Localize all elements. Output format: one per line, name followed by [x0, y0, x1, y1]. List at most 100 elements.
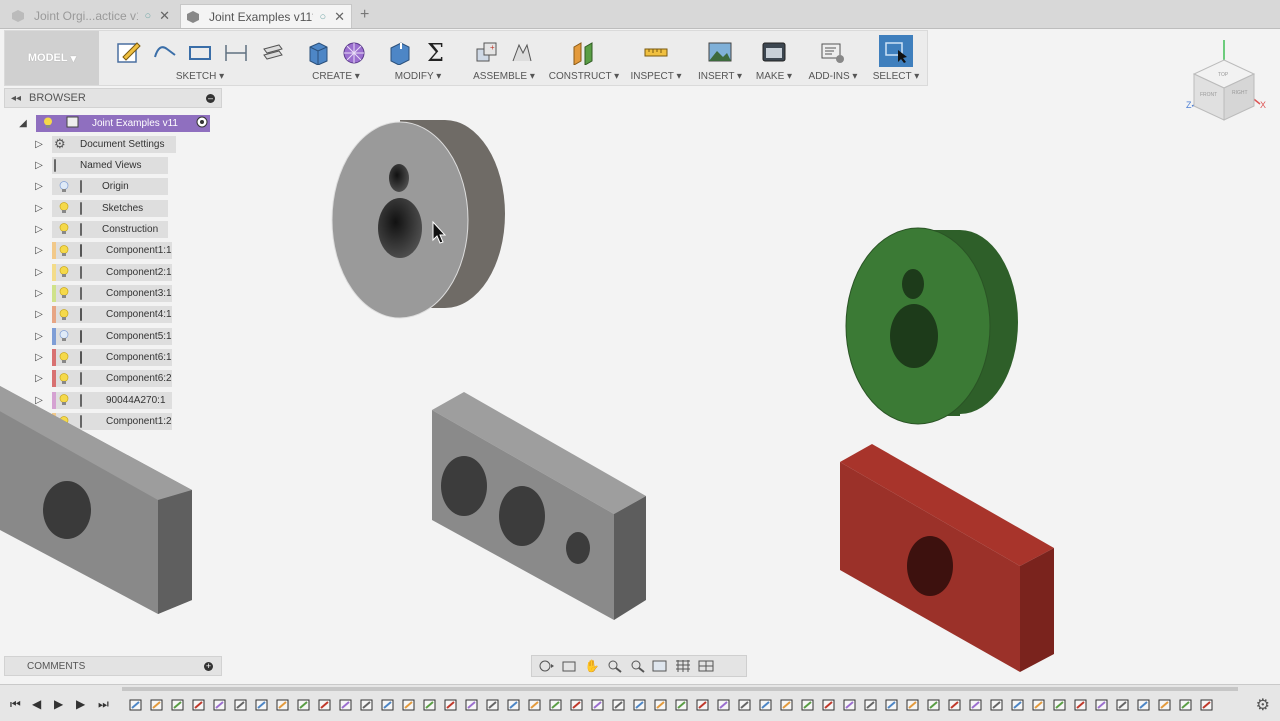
timeline-feature-icon[interactable]: [672, 697, 691, 713]
tab-joint-origin-practice[interactable]: Joint Orgi...actice v16 ○ ✕: [6, 4, 176, 28]
timeline-feature-icon[interactable]: [462, 697, 481, 713]
look-at-icon[interactable]: [559, 658, 579, 674]
viewports-icon[interactable]: [697, 658, 717, 674]
timeline-feature-icon[interactable]: [861, 697, 880, 713]
timeline-feature-icon[interactable]: [147, 697, 166, 713]
timeline-feature-icon[interactable]: [189, 697, 208, 713]
timeline-feature-icon[interactable]: [735, 697, 754, 713]
timeline-feature-icon[interactable]: [441, 697, 460, 713]
timeline-feature-icon[interactable]: [168, 697, 187, 713]
timeline-feature-icon[interactable]: [1155, 697, 1174, 713]
canvas-viewport[interactable]: [0, 84, 1280, 682]
timeline-feature-icon[interactable]: [252, 697, 271, 713]
make-menu[interactable]: MAKE ▾: [749, 71, 799, 82]
form-icon[interactable]: [339, 37, 369, 67]
timeline-feature-icon[interactable]: [1134, 697, 1153, 713]
timeline-feature-icon[interactable]: [1176, 697, 1195, 713]
display-settings-icon[interactable]: [651, 658, 671, 674]
timeline-feature-icon[interactable]: [651, 697, 670, 713]
go-to-end-icon[interactable]: ⏭: [98, 697, 109, 712]
sketch-menu[interactable]: SKETCH ▾: [105, 71, 295, 82]
timeline-feature-icon[interactable]: [525, 697, 544, 713]
timeline-feature-icon[interactable]: [210, 697, 229, 713]
timeline-feature-icon[interactable]: [315, 697, 334, 713]
timeline-feature-icon[interactable]: [399, 697, 418, 713]
press-pull-icon[interactable]: [385, 37, 415, 67]
timeline-feature-icon[interactable]: [840, 697, 859, 713]
timeline-scrollbar[interactable]: [122, 687, 1238, 691]
timeline-feature-icon[interactable]: [504, 697, 523, 713]
timeline-feature-icon[interactable]: [483, 697, 502, 713]
gray-block-middle-part[interactable]: [432, 392, 646, 620]
timeline-feature-icon[interactable]: [1050, 697, 1069, 713]
timeline-feature-icon[interactable]: [1113, 697, 1132, 713]
insert-menu[interactable]: INSERT ▾: [693, 71, 747, 82]
timeline-settings-gear-icon[interactable]: ⚙: [1256, 695, 1270, 715]
print-3d-icon[interactable]: [759, 37, 789, 67]
close-tab-icon[interactable]: ✕: [334, 9, 345, 25]
timeline-feature-icon[interactable]: [693, 697, 712, 713]
timeline-feature-icon[interactable]: [546, 697, 565, 713]
orbit-icon[interactable]: [536, 658, 556, 674]
timeline-feature-icon[interactable]: [966, 697, 985, 713]
timeline-feature-icon[interactable]: [336, 697, 355, 713]
stop-sketch-icon[interactable]: [257, 37, 287, 67]
close-tab-icon[interactable]: ✕: [159, 8, 170, 24]
new-tab-button[interactable]: +: [360, 6, 369, 24]
addins-menu[interactable]: ADD-INS ▾: [805, 71, 861, 82]
offset-plane-icon[interactable]: [569, 37, 599, 67]
timeline-feature-icon[interactable]: [609, 697, 628, 713]
timeline-feature-icon[interactable]: [630, 697, 649, 713]
viewcube[interactable]: TOP FRONT RIGHT Z X: [1178, 34, 1268, 126]
timeline-feature-icon[interactable]: [903, 697, 922, 713]
timeline-feature-icon[interactable]: [924, 697, 943, 713]
green-disc-part[interactable]: [845, 227, 1018, 425]
gray-block-left-part[interactable]: [0, 386, 192, 614]
go-to-start-icon[interactable]: ⏮: [10, 697, 21, 712]
new-component-icon[interactable]: +: [471, 37, 501, 67]
timeline-feature-icon[interactable]: [294, 697, 313, 713]
timeline-feature-icon[interactable]: [1092, 697, 1111, 713]
line-icon[interactable]: [149, 37, 179, 67]
inspect-menu[interactable]: INSPECT ▾: [627, 71, 685, 82]
pan-icon[interactable]: ✋: [582, 658, 602, 674]
timeline-feature-icon[interactable]: [378, 697, 397, 713]
joint-icon[interactable]: [507, 37, 537, 67]
step-back-icon[interactable]: ◀: [32, 697, 41, 711]
timeline-feature-icon[interactable]: [882, 697, 901, 713]
timeline-feature-icon[interactable]: [777, 697, 796, 713]
timeline-feature-icon[interactable]: [945, 697, 964, 713]
timeline-feature-icon[interactable]: [756, 697, 775, 713]
timeline-feature-icon[interactable]: [1071, 697, 1090, 713]
insert-image-icon[interactable]: [705, 37, 735, 67]
step-forward-icon[interactable]: ▶: [76, 697, 85, 711]
viewcube-front-label[interactable]: FRONT: [1200, 92, 1217, 98]
rectangle-icon[interactable]: [185, 37, 215, 67]
red-block-part[interactable]: [840, 444, 1054, 672]
fit-icon[interactable]: [628, 658, 648, 674]
timeline-feature-icon[interactable]: [1197, 697, 1216, 713]
scripts-icon[interactable]: [818, 37, 848, 67]
timeline-feature-icon[interactable]: [567, 697, 586, 713]
extrude-icon[interactable]: [303, 37, 333, 67]
viewcube-right-label[interactable]: RIGHT: [1232, 90, 1248, 96]
timeline-feature-icon[interactable]: [273, 697, 292, 713]
select-menu[interactable]: SELECT ▾: [867, 71, 925, 82]
zoom-icon[interactable]: [605, 658, 625, 674]
parameters-icon[interactable]: Σ: [421, 37, 451, 67]
select-icon[interactable]: [879, 35, 913, 67]
timeline-feature-icon[interactable]: [231, 697, 250, 713]
gray-disc-part[interactable]: [331, 120, 505, 319]
create-sketch-icon[interactable]: [113, 37, 143, 67]
dimension-icon[interactable]: [221, 37, 251, 67]
create-menu[interactable]: CREATE ▾: [301, 71, 371, 82]
tab-joint-examples[interactable]: Joint Examples v11* ○ ✕: [180, 4, 352, 28]
timeline-feature-icon[interactable]: [798, 697, 817, 713]
timeline-feature-icon[interactable]: [714, 697, 733, 713]
timeline-feature-icon[interactable]: [819, 697, 838, 713]
timeline-feature-icon[interactable]: [987, 697, 1006, 713]
construct-menu[interactable]: CONSTRUCT ▾: [547, 71, 621, 82]
modify-menu[interactable]: MODIFY ▾: [381, 71, 455, 82]
timeline-feature-icon[interactable]: [420, 697, 439, 713]
grid-settings-icon[interactable]: [674, 658, 694, 674]
